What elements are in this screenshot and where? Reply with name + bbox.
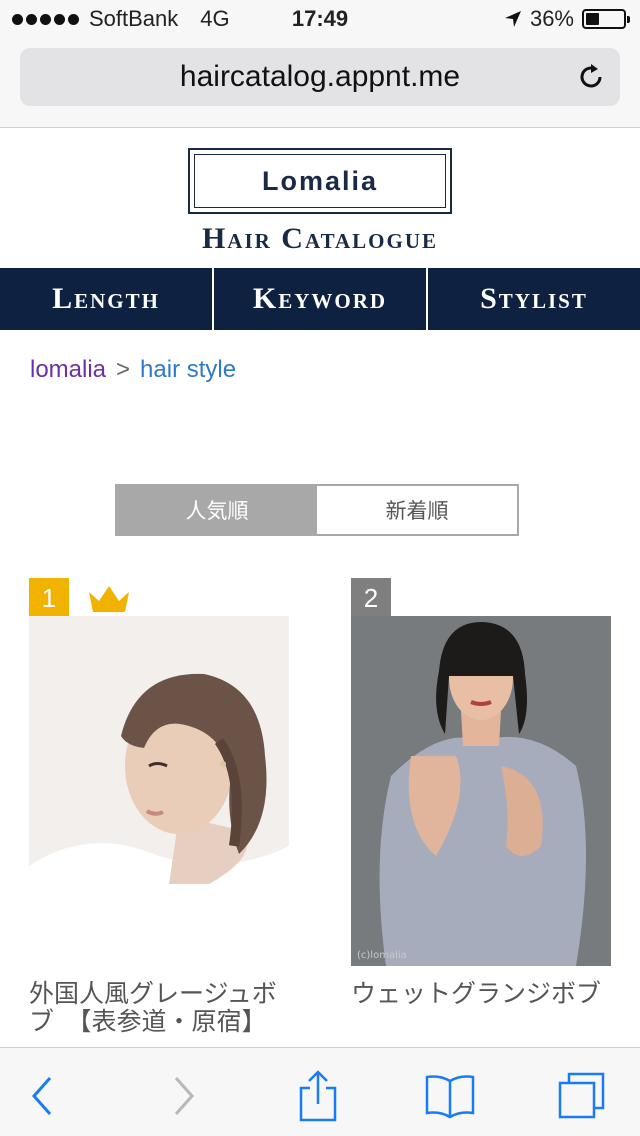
breadcrumb: lomalia > hair style — [30, 356, 236, 384]
battery-icon — [582, 9, 630, 29]
reload-icon[interactable] — [576, 62, 606, 92]
site-subtitle: Hair Catalogue — [201, 222, 439, 255]
share-button[interactable] — [292, 1070, 344, 1122]
browser-address-area: haircatalog.appnt.me — [0, 40, 640, 128]
nav-stylist[interactable]: Stylist — [428, 268, 640, 330]
nav-keyword[interactable]: Keyword — [214, 268, 426, 330]
breadcrumb-current-link[interactable]: hair style — [140, 356, 236, 384]
breadcrumb-separator: > — [116, 356, 131, 383]
hairstyle-title[interactable]: ウェットグランジボブ — [351, 980, 611, 1008]
location-arrow-icon — [504, 11, 521, 27]
chevron-right-icon — [174, 1077, 195, 1115]
hairstyle-title[interactable]: 外国人風グレージュボブ 【表参道・原宿】 — [29, 980, 289, 1036]
nav-length[interactable]: Length — [0, 268, 212, 330]
crown-icon — [89, 586, 129, 612]
forward-button[interactable] — [158, 1070, 210, 1122]
tabs-button[interactable] — [556, 1070, 608, 1122]
bookmarks-button[interactable] — [424, 1070, 476, 1122]
tab-newest[interactable]: 新着順 — [317, 486, 517, 534]
url-text[interactable]: haircatalog.appnt.me — [20, 60, 620, 94]
chevron-left-icon — [31, 1077, 52, 1115]
status-right: 36% — [504, 6, 630, 32]
photo-watermark: (c)lomalia — [357, 950, 407, 961]
hairstyle-card[interactable]: 1 外国人風グレージュボブ 【表参道・原宿】 — [29, 578, 289, 1036]
hairstyle-card[interactable]: 2 (c)lomalia ウェットグランジボブ — [351, 578, 611, 1008]
hairstyle-photo[interactable]: (c)lomalia — [351, 616, 611, 966]
battery-percent: 36% — [529, 6, 574, 31]
rank-badge: 2 — [351, 578, 391, 618]
breadcrumb-home-link[interactable]: lomalia — [30, 356, 106, 384]
sort-tabs: 人気順 新着順 — [115, 484, 519, 536]
site-logo[interactable]: Lomalia — [188, 148, 452, 214]
rank-badge: 1 — [29, 578, 69, 618]
address-bar[interactable]: haircatalog.appnt.me — [20, 48, 620, 106]
brand-name: Lomalia — [261, 165, 379, 196]
tab-popular[interactable]: 人気順 — [117, 486, 317, 534]
share-icon — [299, 1070, 337, 1122]
tabs-icon — [558, 1072, 605, 1119]
book-icon — [425, 1075, 475, 1119]
status-bar: SoftBank 4G 17:49 36% — [0, 0, 640, 40]
back-button[interactable] — [16, 1070, 68, 1122]
hairstyle-photo[interactable] — [29, 616, 289, 966]
main-nav: Length Keyword Stylist — [0, 268, 640, 330]
browser-toolbar — [0, 1047, 640, 1136]
